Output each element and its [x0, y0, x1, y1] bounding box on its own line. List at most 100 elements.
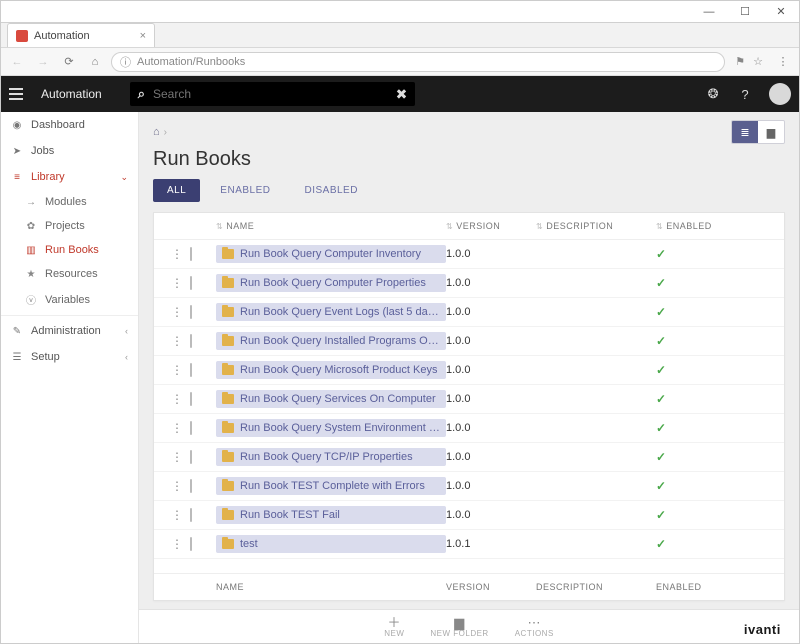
sidebar-item-variables[interactable]: ⓥVariables	[1, 286, 138, 313]
row-version: 1.0.0	[446, 248, 536, 260]
row-menu-button[interactable]: ⋮	[164, 364, 190, 376]
col-description[interactable]: ⇅DESCRIPTION	[536, 221, 656, 231]
chevron-left-icon: ‹	[125, 352, 128, 362]
sidebar-item-projects[interactable]: ✿Projects	[1, 214, 138, 238]
user-avatar[interactable]	[769, 83, 791, 105]
sidebar-item-library[interactable]: ≡Library⌄	[1, 164, 138, 190]
row-checkbox[interactable]	[190, 508, 192, 522]
view-folder-button[interactable]: ▆	[758, 121, 784, 143]
row-checkbox[interactable]	[190, 363, 192, 377]
row-name-cell[interactable]: Run Book Query Computer Inventory	[216, 245, 446, 263]
footer-actions-button[interactable]: ⋯ACTIONS	[515, 616, 554, 638]
runbook-icon	[222, 539, 234, 549]
col-version[interactable]: ⇅VERSION	[446, 221, 536, 231]
footer-new-button[interactable]: ＋NEW	[384, 616, 404, 638]
header-globe-icon[interactable]: ❂	[701, 86, 725, 102]
sidebar-item-label: Resources	[45, 268, 98, 280]
address-bar[interactable]: ⓘ Automation/Runbooks	[111, 52, 725, 72]
filter-tab-disabled[interactable]: DISABLED	[290, 179, 371, 202]
sidebar-item-modules[interactable]: →Modules	[1, 190, 138, 214]
tab-close-button[interactable]: ×	[140, 30, 146, 42]
runbook-icon	[222, 307, 234, 317]
row-name-cell[interactable]: Run Book Query Computer Properties	[216, 274, 446, 292]
sidebar-item-label: Modules	[45, 196, 87, 208]
bookmark-star-icon[interactable]: ☆	[753, 55, 763, 68]
row-menu-button[interactable]: ⋮	[164, 393, 190, 405]
row-name-cell[interactable]: Run Book Query Installed Programs On Com…	[216, 332, 446, 350]
row-menu-button[interactable]: ⋮	[164, 422, 190, 434]
runbook-icon	[222, 481, 234, 491]
menu-toggle-button[interactable]	[9, 84, 29, 104]
row-menu-button[interactable]: ⋮	[164, 538, 190, 550]
browser-menu-button[interactable]: ⋮	[773, 52, 793, 72]
row-checkbox[interactable]	[190, 305, 192, 319]
row-name-cell[interactable]: Run Book Query System Environment Variab…	[216, 419, 446, 437]
row-name-cell[interactable]: Run Book Query Services On Computer	[216, 390, 446, 408]
sidebar-item-setup[interactable]: ☰Setup‹	[1, 344, 138, 370]
row-name-cell[interactable]: Run Book TEST Complete with Errors	[216, 477, 446, 495]
row-checkbox[interactable]	[190, 334, 192, 348]
footer-new-folder-button[interactable]: ▆NEW FOLDER	[430, 616, 488, 638]
row-checkbox[interactable]	[190, 392, 192, 406]
filter-tab-all[interactable]: ALL	[153, 179, 200, 202]
row-menu-button[interactable]: ⋮	[164, 277, 190, 289]
header-help-icon[interactable]: ?	[733, 87, 757, 102]
row-name-cell[interactable]: Run Book Query TCP/IP Properties	[216, 448, 446, 466]
row-enabled-check: ✓	[656, 334, 736, 348]
nav-back-button[interactable]: ←	[7, 52, 27, 72]
row-menu-button[interactable]: ⋮	[164, 306, 190, 318]
window-maximize-button[interactable]: ☐	[731, 5, 759, 18]
nav-home-button[interactable]: ⌂	[85, 52, 105, 72]
table-row: ⋮ test1.0.1 ✓	[154, 530, 784, 559]
window-close-button[interactable]: ✕	[767, 5, 795, 18]
plus-icon: ＋	[388, 616, 402, 629]
row-name-cell[interactable]: Run Book Query Microsoft Product Keys	[216, 361, 446, 379]
row-enabled-check: ✓	[656, 537, 736, 551]
row-menu-button[interactable]: ⋮	[164, 335, 190, 347]
chevron-right-icon: ›	[164, 127, 167, 138]
search-clear-button[interactable]: ✖	[396, 86, 408, 103]
browser-tab[interactable]: Automation ×	[7, 23, 155, 47]
row-menu-button[interactable]: ⋮	[164, 248, 190, 260]
row-checkbox[interactable]	[190, 247, 192, 261]
row-checkbox[interactable]	[190, 537, 192, 551]
row-checkbox[interactable]	[190, 276, 192, 290]
row-name-cell[interactable]: test	[216, 535, 446, 553]
col-name[interactable]: ⇅NAME	[216, 221, 446, 231]
table-row: ⋮Run Book Query TCP/IP Properties1.0.0✓	[154, 443, 784, 472]
sidebar-item-jobs[interactable]: ➤Jobs	[1, 138, 138, 164]
row-name-cell[interactable]: Run Book TEST Fail	[216, 506, 446, 524]
view-list-button[interactable]: ≣	[732, 121, 758, 143]
row-checkbox[interactable]	[190, 450, 192, 464]
sidebar-item-administration[interactable]: ✎Administration‹	[1, 318, 138, 344]
row-enabled-check: ✓	[656, 276, 736, 290]
sidebar-item-runbooks[interactable]: ▥Run Books	[1, 238, 138, 262]
sidebar-item-resources[interactable]: ★Resources	[1, 262, 138, 286]
table-row: ⋮Run Book Query Computer Inventory1.0.0✓	[154, 240, 784, 269]
row-menu-button[interactable]: ⋮	[164, 509, 190, 521]
col-enabled[interactable]: ⇅ENABLED	[656, 221, 736, 231]
library-icon: ≡	[11, 172, 23, 183]
row-menu-button[interactable]: ⋮	[164, 480, 190, 492]
favicon-icon	[16, 30, 28, 42]
filter-tab-enabled[interactable]: ENABLED	[206, 179, 284, 202]
runbook-icon	[222, 510, 234, 520]
row-enabled-check: ✓	[656, 421, 736, 435]
sidebar-item-dashboard[interactable]: ◉Dashboard	[1, 112, 138, 138]
chevron-down-icon: ⌄	[120, 172, 128, 183]
row-checkbox[interactable]	[190, 421, 192, 435]
table-row: ⋮Run Book TEST Complete with Errors1.0.0…	[154, 472, 784, 501]
row-version: 1.0.1	[446, 538, 536, 550]
row-checkbox[interactable]	[190, 479, 192, 493]
row-menu-button[interactable]: ⋮	[164, 451, 190, 463]
breadcrumb-home[interactable]: ⌂	[153, 126, 160, 138]
search-input[interactable]	[153, 87, 388, 101]
bookmark-manage-icon[interactable]: ⚑	[735, 55, 745, 68]
row-name: Run Book TEST Complete with Errors	[240, 480, 425, 492]
site-info-icon: ⓘ	[120, 54, 131, 70]
nav-reload-button[interactable]: ⟳	[59, 52, 79, 72]
row-name-cell[interactable]: Run Book Query Event Logs (last 5 days)	[216, 303, 446, 321]
global-search[interactable]: ⌕ ✖	[130, 82, 416, 106]
nav-forward-button[interactable]: →	[33, 52, 53, 72]
window-minimize-button[interactable]: —	[695, 6, 723, 18]
